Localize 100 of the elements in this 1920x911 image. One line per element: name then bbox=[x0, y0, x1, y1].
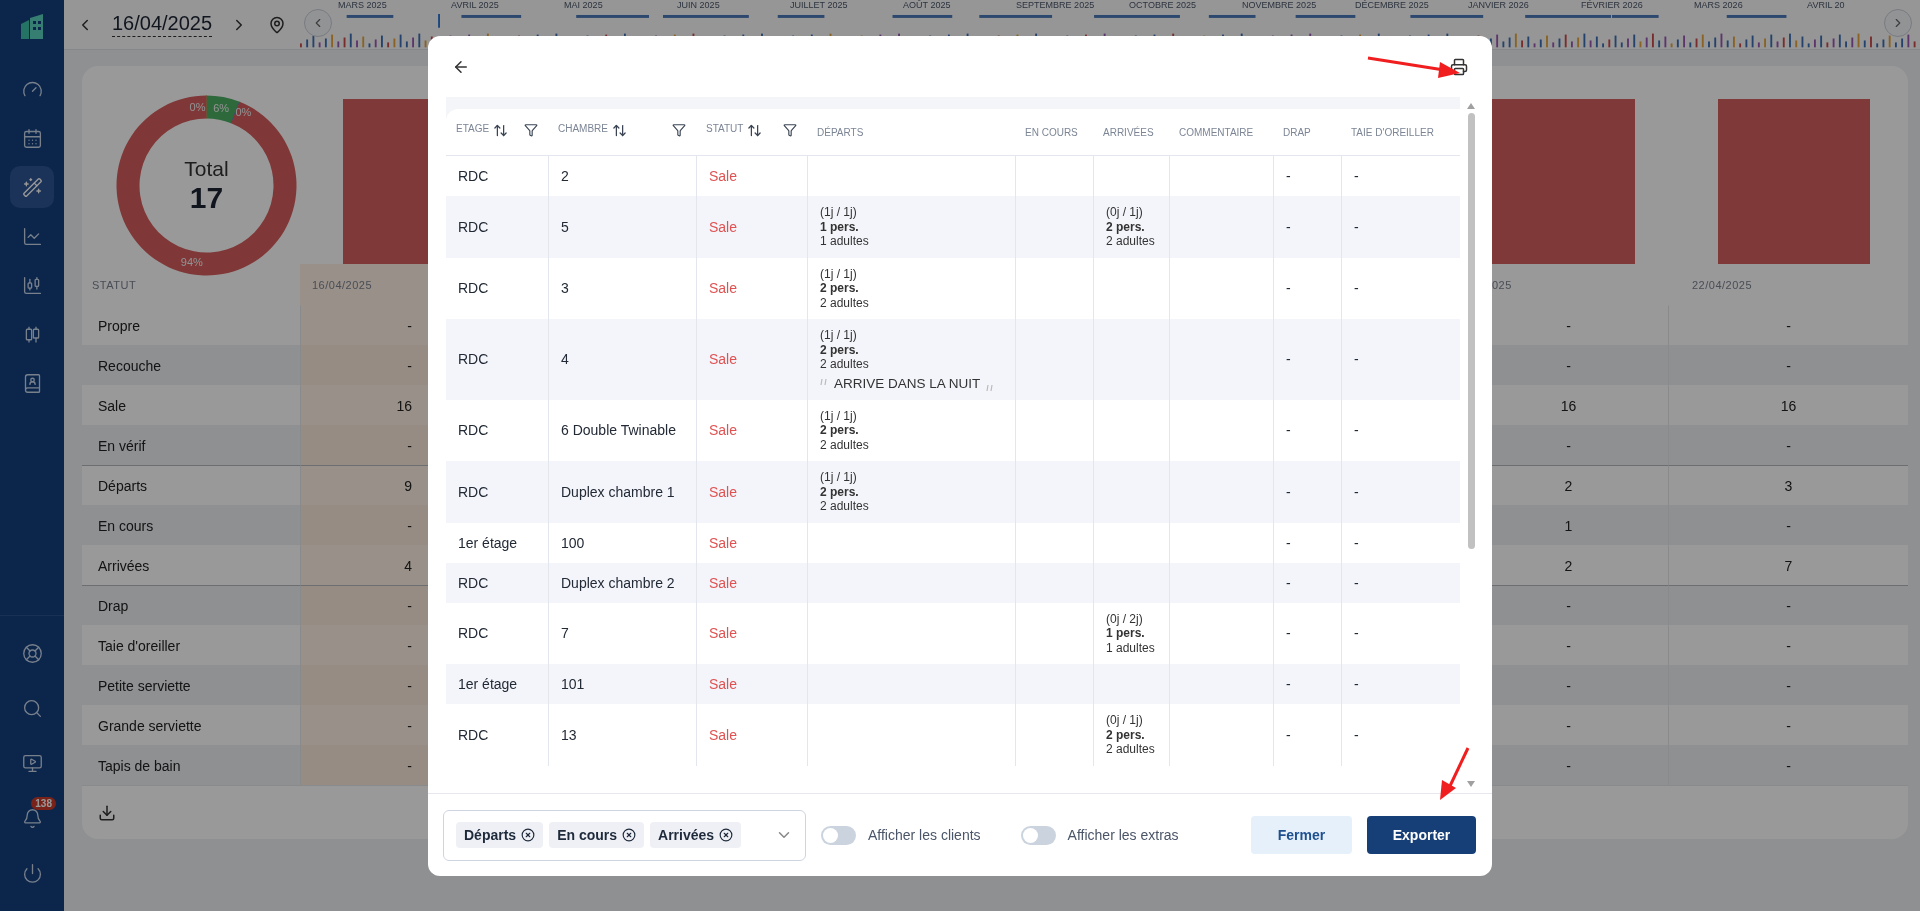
column-header: DRAP bbox=[1283, 126, 1311, 138]
table-cell-text: RDC bbox=[458, 351, 490, 368]
download-icon[interactable] bbox=[98, 803, 116, 822]
remove-icon[interactable] bbox=[719, 828, 734, 842]
table-cell-text: 1er étage bbox=[458, 676, 519, 692]
row-label: Recouche bbox=[82, 345, 300, 385]
scroll-up-icon[interactable] bbox=[1467, 103, 1475, 109]
table-cell-text: RDC bbox=[458, 483, 490, 500]
timeline-month[interactable]: OCTOBRE 2025 bbox=[1125, 0, 1239, 14]
timeline-month[interactable]: SEPTEMBRE 2025 bbox=[1012, 0, 1126, 14]
filter-icon[interactable] bbox=[672, 123, 686, 137]
remove-icon[interactable] bbox=[622, 828, 637, 842]
row-label: Petite serviette bbox=[82, 665, 300, 705]
scroll-down-icon[interactable] bbox=[1467, 781, 1475, 787]
table-cell: - bbox=[300, 665, 428, 705]
table-cell-text: 3 bbox=[561, 280, 570, 297]
table-cell-text: - bbox=[1286, 534, 1292, 551]
people-count: 2 pers. bbox=[1106, 219, 1146, 234]
table-cell-text: 6 Double Twinable bbox=[561, 422, 677, 439]
total-value: 17 bbox=[189, 180, 224, 215]
filter-icon[interactable] bbox=[524, 123, 538, 137]
table-cell-text: Sale bbox=[709, 726, 739, 743]
table-cell-text: - bbox=[1354, 218, 1360, 235]
table-cell-text: - bbox=[1286, 574, 1292, 591]
sort-icon[interactable] bbox=[747, 123, 763, 138]
timeline-next-button[interactable] bbox=[1884, 9, 1912, 37]
sort-icon[interactable] bbox=[493, 123, 509, 138]
column-header: STATUT bbox=[706, 123, 744, 134]
table-cell-text: - bbox=[1286, 483, 1292, 500]
lifebuoy-icon bbox=[21, 642, 43, 664]
total-label: Total bbox=[184, 156, 229, 181]
timeline-month[interactable]: NOVEMBRE 2025 bbox=[1238, 0, 1352, 14]
sort-icon[interactable] bbox=[612, 123, 627, 138]
table-cell: - bbox=[300, 625, 428, 665]
table-cell-text: 7 bbox=[561, 625, 570, 642]
table-cell-text: - bbox=[1286, 351, 1292, 368]
timeline-month[interactable]: AVRIL 2025 bbox=[447, 0, 561, 14]
adults-count: 2 adultes bbox=[1106, 234, 1156, 249]
table-cell-text: 101 bbox=[561, 676, 586, 692]
notification-count: 138 bbox=[31, 797, 56, 810]
location-pin-icon[interactable] bbox=[268, 15, 287, 34]
column-header: 22/04/2025 bbox=[1691, 277, 1754, 293]
magic-wand-icon bbox=[21, 176, 43, 198]
search-icon bbox=[21, 697, 43, 719]
timeline-month[interactable]: AOÛT 2025 bbox=[899, 0, 1013, 14]
table-cell-text: - bbox=[1286, 168, 1292, 184]
table-cell: 4 bbox=[300, 545, 428, 585]
table-cell-text: RDC bbox=[458, 726, 490, 743]
table-cell-text: Duplex chambre 1 bbox=[561, 483, 676, 500]
table-cell: - bbox=[1668, 585, 1908, 625]
table-cell-text: RDC bbox=[458, 625, 490, 642]
selected-column-chip: Départs bbox=[456, 822, 544, 848]
table-cell-text: - bbox=[1354, 422, 1360, 439]
row-label: Tapis de bain bbox=[82, 745, 300, 785]
table-cell-text: Sale bbox=[709, 422, 739, 439]
timeline-month[interactable]: MARS 2025 bbox=[334, 0, 448, 14]
timeline-month[interactable]: JUIN 2025 bbox=[673, 0, 787, 14]
adults-count: 1 adultes bbox=[1106, 640, 1156, 655]
timeline-month[interactable]: JANVIER 2026 bbox=[1464, 0, 1578, 14]
printer-icon[interactable] bbox=[1450, 57, 1468, 76]
sidebar-item[interactable] bbox=[10, 166, 54, 208]
table-cell-text: Duplex chambre 2 bbox=[561, 574, 676, 591]
sidebar-item[interactable]: 138 bbox=[10, 797, 54, 839]
table-cell-text: RDC bbox=[458, 218, 490, 235]
table-cell-text: Sale bbox=[709, 574, 739, 591]
current-date[interactable]: 16/04/2025 bbox=[112, 12, 213, 37]
selected-column-chip: Arrivées bbox=[650, 822, 742, 848]
table-cell-text: Sale bbox=[709, 351, 739, 368]
toggle-label: Afficher les clients bbox=[868, 827, 981, 843]
toggle-switch[interactable] bbox=[1020, 825, 1056, 845]
table-cell: - bbox=[1668, 425, 1908, 465]
table-cell-text: - bbox=[1286, 218, 1292, 235]
people-count: 2 pers. bbox=[820, 484, 860, 499]
stay-duration: (0j / 1j) bbox=[1106, 713, 1144, 728]
line-chart-icon bbox=[21, 225, 43, 247]
column-header: 16/04/2025 bbox=[300, 264, 428, 305]
table-cell-text: - bbox=[1354, 483, 1360, 500]
timeline-month[interactable]: DÉCEMBRE 2025 bbox=[1351, 0, 1465, 14]
timeline-month[interactable]: JUILLET 2025 bbox=[786, 0, 900, 14]
filter-icon[interactable] bbox=[783, 123, 797, 137]
table-cell-text: Sale bbox=[709, 168, 739, 184]
selected-column-chip: En cours bbox=[549, 822, 645, 848]
stay-duration: (1j / 1j) bbox=[820, 470, 858, 485]
bell-icon bbox=[21, 807, 43, 829]
timeline-month[interactable]: FÉVRIER 2026 bbox=[1577, 0, 1691, 14]
timeline-month[interactable]: MAI 2025 bbox=[560, 0, 674, 14]
table-cell-text: 2 bbox=[561, 168, 570, 184]
toggle-switch[interactable] bbox=[821, 825, 856, 845]
timeline-month[interactable]: MARS 2026 bbox=[1690, 0, 1804, 14]
table-cell-text: - bbox=[1354, 676, 1360, 692]
adults-count: 2 adultes bbox=[820, 499, 870, 514]
table-cell-text: - bbox=[1354, 574, 1360, 591]
remove-icon[interactable] bbox=[521, 828, 536, 842]
table-cell: - bbox=[300, 345, 428, 385]
close-button[interactable]: Fermer bbox=[1251, 816, 1352, 854]
export-button[interactable]: Exporter bbox=[1367, 816, 1476, 854]
stay-duration: (1j / 1j) bbox=[820, 205, 858, 220]
adults-count: 2 adultes bbox=[820, 437, 870, 452]
table-cell: 9 bbox=[300, 465, 428, 505]
column-select-field[interactable]: Départs En cours Arrivées bbox=[443, 809, 806, 861]
